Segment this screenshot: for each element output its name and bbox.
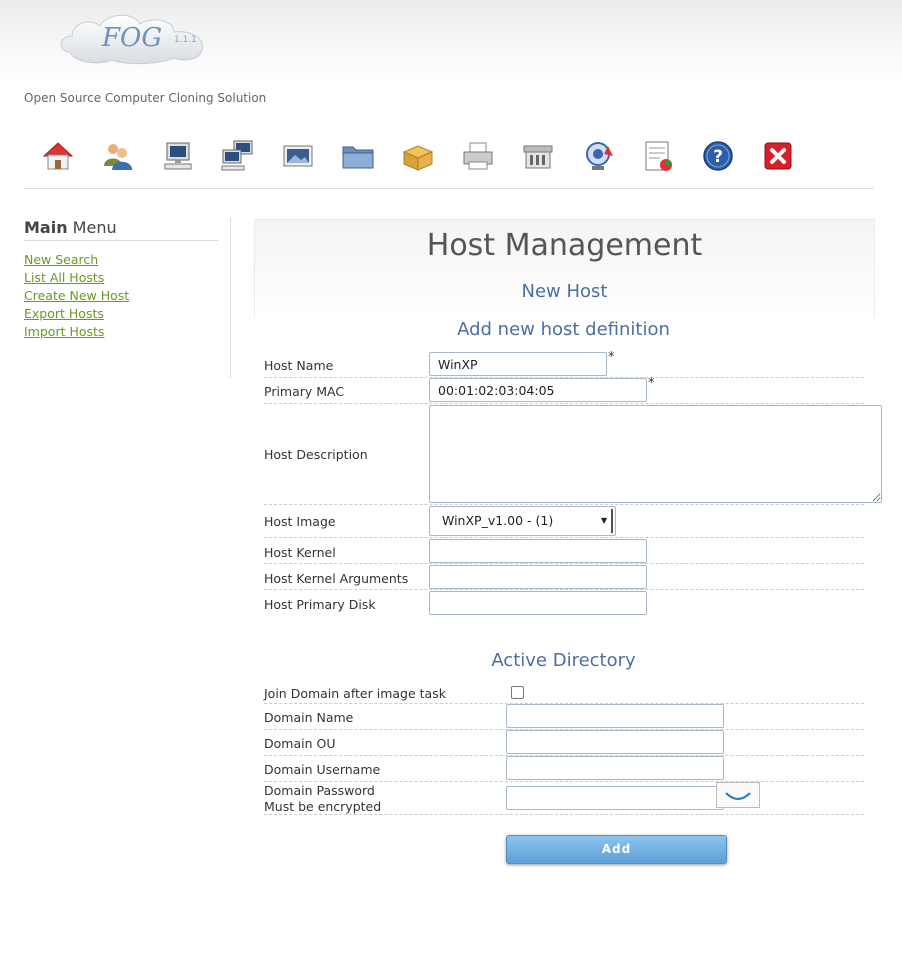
host-kernel-label: Host Kernel (264, 545, 336, 560)
help-icon[interactable]: ? (700, 138, 736, 174)
dropdown-arrow-icon: ▼ (601, 509, 613, 533)
host-section-title: Add new host definition (457, 319, 670, 340)
password-toggle-button[interactable] (716, 782, 760, 808)
host-primary-disk-label: Host Primary Disk (264, 597, 376, 612)
join-domain-checkbox[interactable] (511, 686, 524, 699)
tasks-icon[interactable] (580, 138, 616, 174)
required-mark: * (648, 376, 655, 391)
host-description-textarea[interactable] (429, 405, 882, 503)
host-kernel-input[interactable] (429, 539, 647, 563)
host-name-input[interactable] (429, 352, 607, 376)
snapin-icon[interactable] (400, 138, 436, 174)
required-mark: * (608, 350, 615, 365)
domain-name-label: Domain Name (264, 710, 354, 725)
domain-name-input[interactable] (506, 704, 724, 728)
primary-mac-label: Primary MAC (264, 384, 345, 399)
menu-new-search[interactable]: New Search (24, 251, 230, 269)
eye-icon (725, 792, 751, 801)
tagline: Open Source Computer Cloning Solution (24, 91, 267, 105)
host-kernel-args-input[interactable] (429, 565, 647, 589)
host-primary-disk-input[interactable] (429, 591, 647, 615)
domain-username-input[interactable] (506, 756, 724, 780)
home-icon[interactable] (40, 138, 76, 174)
ad-section-title: Active Directory (491, 650, 636, 671)
domain-password-label-line1: Domain Password (264, 783, 375, 798)
computer-group-icon[interactable] (220, 138, 256, 174)
domain-ou-label: Domain OU (264, 736, 336, 751)
host-image-value: WinXP_v1.00 - (1) (442, 513, 554, 528)
main-toolbar: ? (24, 132, 874, 189)
domain-ou-input[interactable] (506, 730, 724, 754)
domain-password-label: Domain Password Must be encrypted (264, 783, 381, 815)
host-kernel-args-label: Host Kernel Arguments (264, 571, 409, 586)
join-domain-row: Join Domain after image task (264, 680, 864, 704)
page-title: Host Management (426, 228, 703, 263)
host-image-label: Host Image (264, 514, 336, 529)
host-image-select[interactable]: WinXP_v1.00 - (1) ▼ (429, 506, 616, 536)
menu-import-hosts[interactable]: Import Hosts (24, 323, 230, 341)
users-icon[interactable] (100, 138, 136, 174)
menu-export-hosts[interactable]: Export Hosts (24, 305, 230, 323)
join-domain-label: Join Domain after image task (264, 686, 446, 701)
computer-icon[interactable] (160, 138, 196, 174)
domain-username-label: Domain Username (264, 762, 381, 777)
service-icon[interactable] (520, 138, 556, 174)
logo-text: FOG (101, 23, 162, 53)
domain-password-hint: Must be encrypted (264, 799, 382, 814)
image-icon[interactable] (280, 138, 316, 174)
menu-create-new-host[interactable]: Create New Host (24, 287, 230, 305)
domain-password-input[interactable] (506, 786, 724, 810)
main-menu: Main Menu New Search List All Hosts Crea… (24, 218, 231, 378)
page-subtitle: New Host (521, 281, 608, 302)
add-button[interactable]: Add (506, 835, 727, 864)
host-name-label: Host Name (264, 358, 334, 373)
logout-icon[interactable] (760, 138, 796, 174)
host-description-label: Host Description (264, 447, 368, 462)
printer-icon[interactable] (460, 138, 496, 174)
svg-text:?: ? (713, 147, 723, 167)
report-icon[interactable] (640, 138, 676, 174)
version-label: 1.1.1 (174, 35, 197, 45)
menu-list-all-hosts[interactable]: List All Hosts (24, 269, 230, 287)
primary-mac-input[interactable] (429, 378, 647, 402)
content-header: Host Management New Host (254, 219, 875, 318)
storage-icon[interactable] (340, 138, 376, 174)
main-menu-title: Main Menu (24, 218, 219, 241)
fog-logo[interactable]: FOG 1.1.1 (56, 8, 212, 66)
